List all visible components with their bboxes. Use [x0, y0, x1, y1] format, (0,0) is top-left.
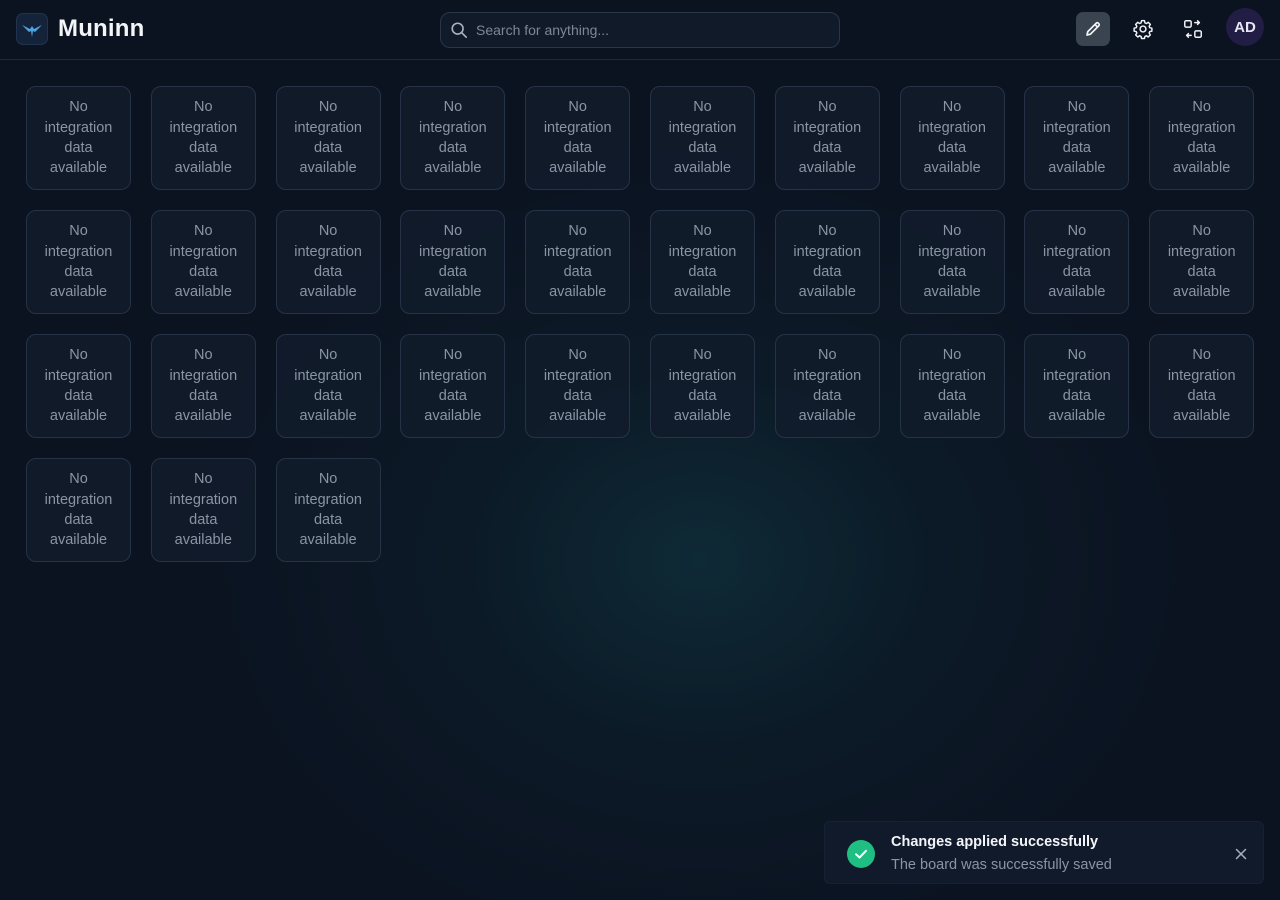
- integration-tile[interactable]: No integration data available: [899, 86, 1005, 190]
- tile-empty-message: No integration data available: [918, 347, 986, 425]
- integration-tile[interactable]: No integration data available: [400, 86, 506, 190]
- brand[interactable]: Muninn: [16, 13, 145, 45]
- tile-empty-message: No integration data available: [668, 223, 737, 301]
- check-circle-icon: [847, 840, 875, 868]
- search-icon: [451, 22, 468, 39]
- integration-tile[interactable]: No integration data available: [150, 86, 256, 190]
- integration-tile[interactable]: No integration data available: [1024, 210, 1130, 314]
- tile-empty-message: No integration data available: [543, 99, 612, 177]
- gear-icon: [1133, 19, 1153, 40]
- tile-empty-message: No integration data available: [419, 347, 487, 425]
- close-icon: [1235, 848, 1247, 860]
- integration-tile[interactable]: No integration data available: [1149, 86, 1255, 190]
- tile-empty-message: No integration data available: [793, 223, 862, 301]
- integration-tile[interactable]: No integration data available: [1024, 334, 1130, 438]
- tile-empty-message: No integration data available: [1167, 347, 1236, 425]
- tile-empty-message: No integration data available: [918, 99, 986, 177]
- notification-title: Changes applied successfully: [891, 834, 1099, 850]
- notification-message: The board was successfully saved: [891, 857, 1112, 873]
- integration-tile[interactable]: No integration data available: [774, 210, 880, 314]
- integration-tile[interactable]: No integration data available: [649, 334, 755, 438]
- integration-tile[interactable]: No integration data available: [275, 86, 381, 190]
- integration-tile[interactable]: No integration data available: [400, 334, 506, 438]
- brand-name: Muninn: [58, 15, 145, 42]
- integration-tile[interactable]: No integration data available: [400, 210, 506, 314]
- tile-empty-message: No integration data available: [294, 223, 362, 301]
- switch-board-button[interactable]: [1176, 12, 1210, 46]
- tile-empty-message: No integration data available: [294, 347, 362, 425]
- tile-empty-message: No integration data available: [543, 347, 612, 425]
- tile-empty-message: No integration data available: [1043, 223, 1111, 301]
- tile-empty-message: No integration data available: [169, 347, 238, 425]
- integration-tile[interactable]: No integration data available: [1149, 334, 1255, 438]
- tile-empty-message: No integration data available: [1167, 223, 1236, 301]
- integration-tile[interactable]: No integration data available: [774, 334, 880, 438]
- tile-empty-message: No integration data available: [294, 471, 362, 549]
- tile-empty-message: No integration data available: [1167, 99, 1236, 177]
- tile-empty-message: No integration data available: [169, 99, 238, 177]
- success-notification: Changes applied successfully The board w…: [824, 821, 1264, 884]
- integration-tile[interactable]: No integration data available: [525, 334, 631, 438]
- app-header: Muninn AD: [0, 0, 1280, 60]
- tile-empty-message: No integration data available: [668, 99, 737, 177]
- switch-board-icon: [1184, 20, 1202, 38]
- tile-empty-message: No integration data available: [419, 99, 487, 177]
- board-grid: No integration data available No integrat…: [26, 86, 1255, 562]
- integration-tile[interactable]: No integration data available: [275, 334, 381, 438]
- muninn-logo-icon: [16, 13, 48, 45]
- integration-tile[interactable]: No integration data available: [899, 210, 1005, 314]
- edit-mode-button[interactable]: [1076, 12, 1110, 46]
- integration-tile[interactable]: No integration data available: [649, 210, 755, 314]
- tile-empty-message: No integration data available: [44, 347, 113, 425]
- integration-tile[interactable]: No integration data available: [150, 334, 256, 438]
- user-avatar[interactable]: AD: [1226, 8, 1264, 46]
- integration-tile[interactable]: No integration data available: [26, 86, 131, 190]
- tile-empty-message: No integration data available: [44, 471, 113, 549]
- tile-empty-message: No integration data available: [169, 223, 238, 301]
- pencil-icon: [1086, 21, 1101, 36]
- integration-tile[interactable]: No integration data available: [275, 458, 381, 562]
- integration-tile[interactable]: No integration data available: [150, 458, 256, 562]
- tile-empty-message: No integration data available: [44, 99, 113, 177]
- tile-empty-message: No integration data available: [169, 471, 238, 549]
- integration-tile[interactable]: No integration data available: [899, 334, 1005, 438]
- tile-empty-message: No integration data available: [44, 223, 113, 301]
- integration-tile[interactable]: No integration data available: [774, 86, 880, 190]
- tile-empty-message: No integration data available: [1043, 347, 1111, 425]
- tile-empty-message: No integration data available: [918, 223, 986, 301]
- close-notification-button[interactable]: [1231, 844, 1251, 864]
- integration-tile[interactable]: No integration data available: [26, 334, 131, 438]
- tile-empty-message: No integration data available: [793, 347, 862, 425]
- search-bar[interactable]: [440, 12, 840, 48]
- tile-empty-message: No integration data available: [668, 347, 737, 425]
- integration-tile[interactable]: No integration data available: [649, 86, 755, 190]
- settings-button[interactable]: [1126, 12, 1160, 46]
- integration-tile[interactable]: No integration data available: [1024, 86, 1130, 190]
- search-input[interactable]: [476, 13, 839, 47]
- integration-tile[interactable]: No integration data available: [26, 210, 131, 314]
- tile-empty-message: No integration data available: [543, 223, 612, 301]
- tile-empty-message: No integration data available: [419, 223, 487, 301]
- tile-empty-message: No integration data available: [793, 99, 862, 177]
- integration-tile[interactable]: No integration data available: [26, 458, 131, 562]
- tile-empty-message: No integration data available: [1043, 99, 1111, 177]
- integration-tile[interactable]: No integration data available: [525, 210, 631, 314]
- integration-tile[interactable]: No integration data available: [525, 86, 631, 190]
- integration-tile[interactable]: No integration data available: [275, 210, 381, 314]
- tile-empty-message: No integration data available: [294, 99, 362, 177]
- integration-tile[interactable]: No integration data available: [150, 210, 256, 314]
- integration-tile[interactable]: No integration data available: [1149, 210, 1255, 314]
